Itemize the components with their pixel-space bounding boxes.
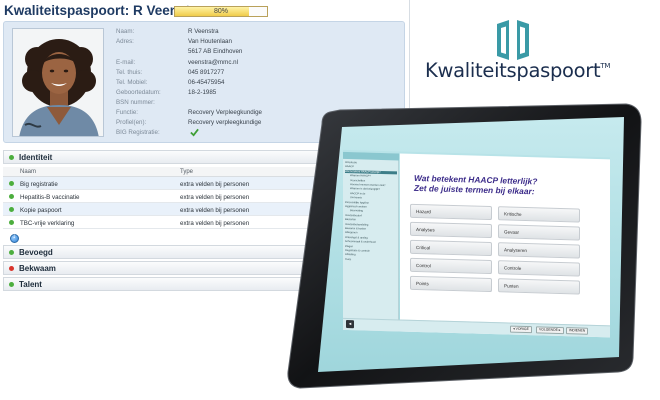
row-name: Big registratie	[20, 180, 58, 188]
label-geboortedatum: Geboortedatum:	[116, 89, 161, 96]
term-right[interactable]: Analyseren	[498, 242, 580, 259]
sidebar-header	[343, 151, 399, 161]
check-icon	[190, 128, 199, 137]
question-text: Wat betekent HAACP letterlijk? Zet de ju…	[414, 173, 537, 197]
menu-icon[interactable]: ◂	[346, 320, 354, 329]
term-label: Points	[416, 280, 429, 287]
logo-text: KwaliteitspaspoortTM	[425, 59, 610, 82]
label-email: E-mail:	[116, 59, 136, 66]
next-button[interactable]: VOLGENDE ▸	[536, 326, 564, 335]
term-right[interactable]: Controle	[498, 260, 580, 277]
term-label: Controle	[504, 265, 522, 271]
submit-button[interactable]: INDIENEN	[566, 327, 589, 335]
value-adres: Van Houtenlaan	[188, 38, 232, 45]
term-right[interactable]: Gevaar	[498, 224, 580, 241]
col-header-naam: Naam	[20, 168, 37, 175]
label-tel-mobiel: Tel. Mobiel:	[116, 79, 148, 86]
status-dot-green	[9, 282, 14, 287]
page-title: Kwaliteitspaspoort: R Veenstra	[4, 3, 203, 18]
course-sidebar: Introductie HAACP Wat betekent HAACP lette…	[343, 151, 399, 332]
term-left[interactable]: Control	[410, 257, 492, 275]
term-label: Analyseren	[504, 247, 527, 254]
label-functie: Functie:	[116, 109, 139, 116]
section-title-talent: Talent	[19, 279, 42, 289]
term-right[interactable]: Kritische	[498, 206, 580, 223]
row-type: extra velden bij personen	[180, 206, 250, 214]
row-name: Kopie paspoort	[20, 206, 62, 214]
term-label: Kritische	[504, 211, 522, 217]
label-profielen: Profiel(en):	[116, 119, 147, 126]
term-label: Critical	[416, 244, 431, 251]
status-dot-green	[9, 155, 14, 160]
status-dot-red	[9, 266, 14, 271]
section-title-identiteit: Identiteit	[19, 152, 53, 162]
sidebar-item[interactable]: Toets	[345, 258, 397, 262]
term-label: Analyses	[416, 226, 435, 233]
value-geboortedatum: 18-2-1985	[188, 89, 217, 96]
label-big-registratie: BIG Registratie:	[116, 129, 160, 136]
status-dot-green	[9, 181, 14, 186]
logo-wordmark: Kwaliteitspaspoort	[425, 59, 601, 82]
profile-photo	[12, 28, 104, 137]
col-header-type: Type	[180, 168, 194, 175]
term-label: Control	[416, 262, 431, 269]
status-dot-green	[9, 220, 14, 225]
label-adres: Adres:	[116, 38, 134, 45]
term-label: Gevaar	[504, 229, 520, 235]
value-email: veenstra@mmc.nl	[188, 59, 238, 66]
row-type: extra velden bij personen	[180, 180, 250, 188]
term-right[interactable]: Punten	[498, 278, 580, 295]
progress-bar: 80%	[174, 6, 268, 17]
status-dot-green	[9, 207, 14, 212]
term-label: Punten	[504, 283, 519, 289]
value-profielen: Recovery verpleegkundige	[188, 119, 262, 126]
prev-button[interactable]: ◂ VORIGE	[510, 325, 532, 334]
status-dot-green	[9, 250, 14, 255]
value-tel-mobiel: 06-45475954	[188, 79, 225, 86]
value-functie: Recovery Verpleegkundige	[188, 109, 262, 116]
term-left[interactable]: Points	[410, 275, 492, 293]
section-title-bevoegd: Bevoegd	[19, 247, 53, 257]
row-type: extra velden bij personen	[180, 193, 250, 201]
row-name: Hepatitis-B vaccinatie	[20, 193, 80, 201]
row-name: TBC-vrije verklaring	[20, 219, 75, 227]
term-label: Hazard	[416, 208, 431, 215]
status-dot-green	[9, 194, 14, 199]
term-left[interactable]: Analyses	[410, 221, 492, 239]
label-naam: Naam:	[116, 28, 135, 35]
value-postcode: 5617 AB Eindhoven	[188, 48, 243, 55]
progress-label: 80%	[213, 8, 228, 15]
value-naam: R Veenstra	[188, 28, 219, 35]
section-title-bekwaam: Bekwaam	[19, 263, 56, 273]
logo-icon	[497, 20, 529, 60]
term-left[interactable]: Hazard	[410, 203, 492, 221]
row-type: extra velden bij personen	[180, 219, 250, 227]
download-icon[interactable]	[10, 233, 19, 243]
label-tel-thuis: Tel. thuis:	[116, 69, 143, 76]
label-bsn: BSN nummer:	[116, 99, 155, 106]
tablet-screen: HAACP Voortgang IntroductieHAACPWat bete…	[310, 105, 618, 344]
term-left[interactable]: Critical	[410, 239, 492, 257]
logo-trademark: TM	[600, 62, 611, 70]
value-tel-thuis: 045 8917277	[188, 69, 225, 76]
